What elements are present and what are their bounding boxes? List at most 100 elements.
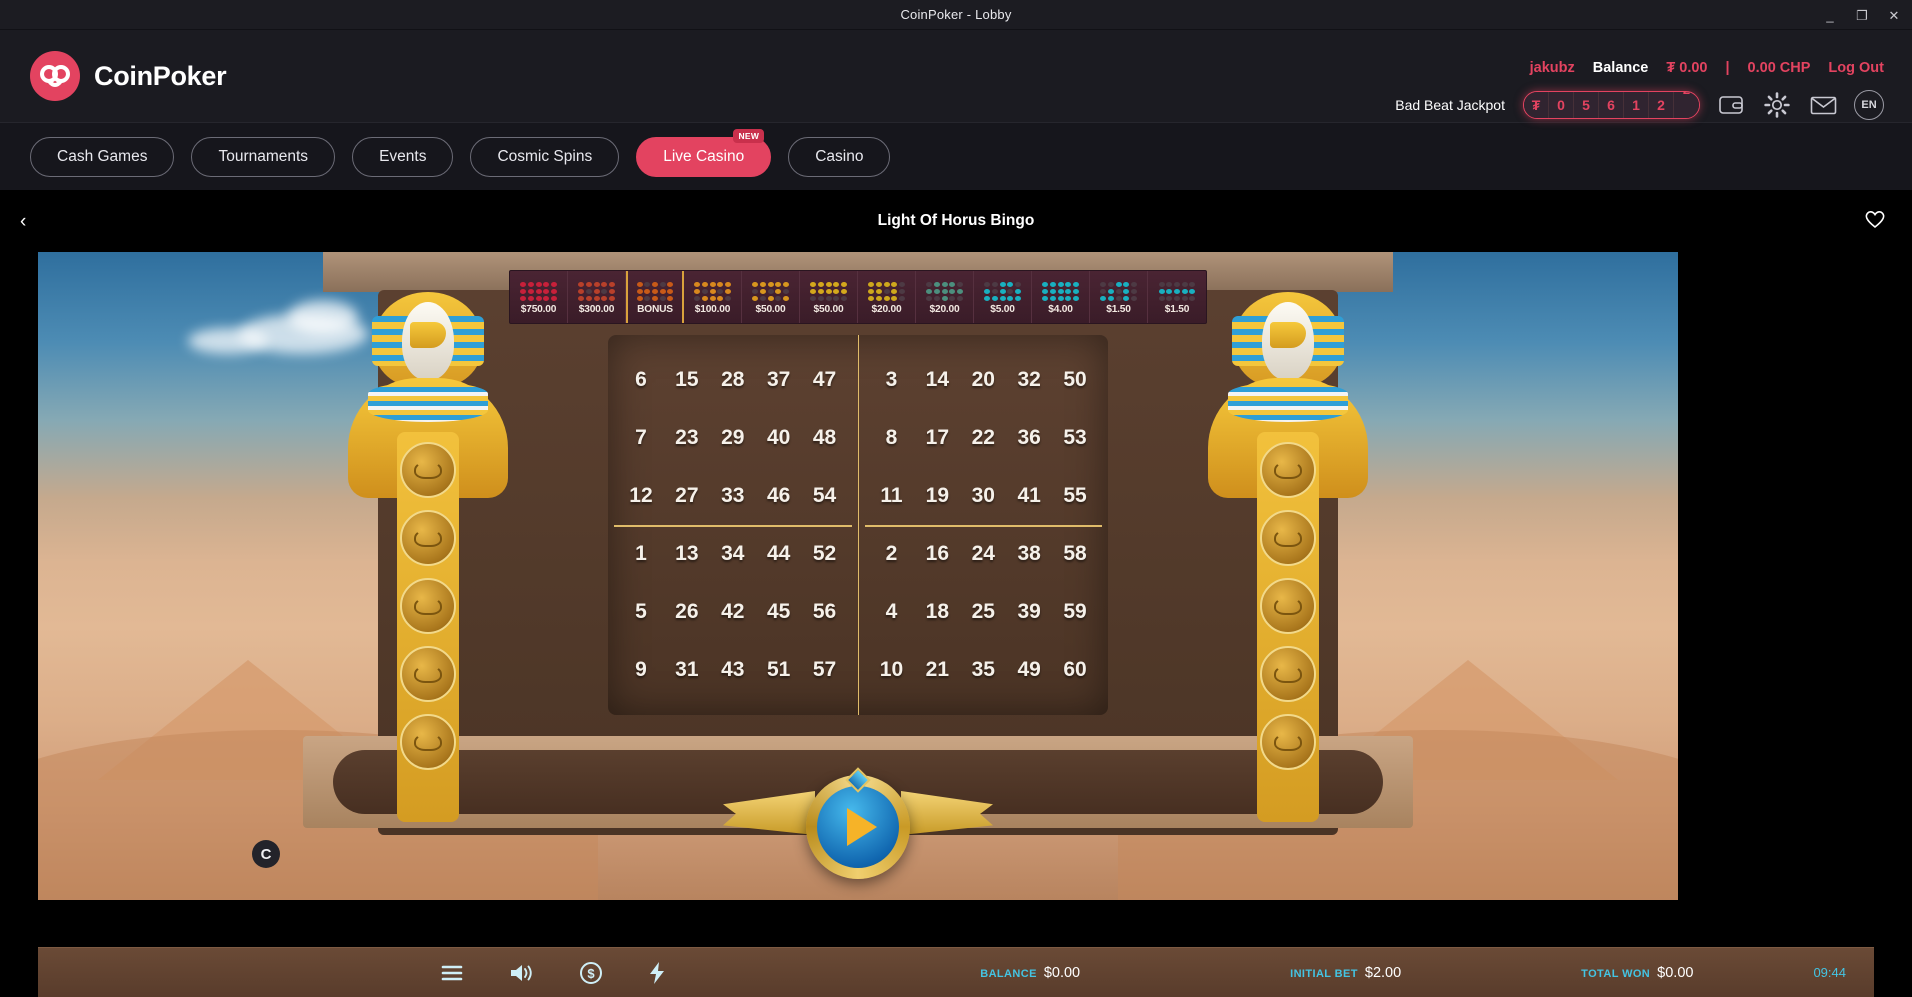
bingo-number: 11 <box>880 484 903 507</box>
bingo-number: 37 <box>766 368 791 391</box>
close-button[interactable]: ✕ <box>1886 9 1902 22</box>
bingo-number: 17 <box>925 426 950 449</box>
clock: 09:44 <box>1813 965 1846 980</box>
pattern-dot <box>1057 289 1064 294</box>
pattern-dot <box>535 289 542 294</box>
play-button[interactable] <box>806 767 910 879</box>
pattern-dot <box>1042 289 1049 294</box>
prize-amount: $5.00 <box>990 303 1015 315</box>
logout-button[interactable]: Log Out <box>1828 60 1884 76</box>
prize-amount: $750.00 <box>520 303 557 315</box>
bingo-grid-right: 3 14 20 32 50 8 17 22 36 53 11 19 30 41 55 2 16 24 38 58 4 18… <box>859 335 1109 715</box>
pattern-dot <box>1107 295 1114 301</box>
pattern-dot <box>1174 295 1180 301</box>
pattern-dot <box>833 282 840 288</box>
pattern-dot <box>701 282 708 288</box>
pattern-dot <box>1014 289 1021 294</box>
horus-statue-left <box>338 282 518 822</box>
pattern-dot <box>782 282 789 288</box>
pattern-dot <box>608 282 615 288</box>
pattern-dot <box>984 295 991 301</box>
bingo-number: 10 <box>879 658 904 681</box>
favorite-heart-icon[interactable] <box>1864 209 1886 234</box>
language-selector[interactable]: EN <box>1854 90 1884 120</box>
pattern-dot <box>891 295 898 301</box>
nav-tab-label: Live Casino <box>663 147 745 165</box>
pattern-dot <box>593 282 600 288</box>
back-button[interactable]: ‹ <box>20 212 26 231</box>
bingo-number: 50 <box>1063 368 1087 391</box>
bingo-number: 34 <box>721 542 745 565</box>
volume-icon[interactable] <box>508 962 534 984</box>
pattern-dot <box>1107 289 1114 294</box>
menu-icon[interactable] <box>441 964 463 982</box>
pattern-dot <box>709 289 716 294</box>
pattern-dot <box>1130 289 1137 294</box>
bingo-number: 54 <box>812 484 837 507</box>
gear-icon[interactable] <box>1762 90 1792 120</box>
pattern-dot <box>1014 295 1021 301</box>
pattern-dot <box>891 282 898 288</box>
pattern-dot <box>644 282 651 288</box>
prize-amount: $300.00 <box>578 303 615 315</box>
pattern-dot <box>550 289 557 294</box>
pattern-dot <box>1166 282 1173 288</box>
pattern-dot <box>1065 289 1072 294</box>
bingo-number: 3 <box>885 368 898 391</box>
pattern-dot <box>1174 282 1180 288</box>
wallet-icon[interactable] <box>1716 90 1746 120</box>
brand-logo[interactable]: CoinPoker <box>30 51 227 101</box>
pattern-dot <box>527 282 534 288</box>
prize-column: $300.00 <box>568 271 626 323</box>
pattern-dot <box>759 289 766 294</box>
bingo-number: 49 <box>1017 658 1041 681</box>
pattern-dot <box>724 295 731 301</box>
bingo-number: 20 <box>971 368 995 391</box>
balance-primary: ₮ 0.00 <box>1666 60 1708 76</box>
turbo-bolt-icon[interactable] <box>648 961 666 985</box>
balance-stat: BALANCE $0.00 <box>980 965 1080 981</box>
pattern-dot <box>593 295 600 301</box>
bingo-number: 41 <box>1017 484 1041 507</box>
pattern-dot <box>1158 295 1165 301</box>
bad-beat-jackpot-counter[interactable]: ₮ 0 5 6 1 2 <box>1523 91 1700 119</box>
coin-toggle-button[interactable]: C <box>252 840 280 868</box>
game-control-icons: $ <box>441 961 666 985</box>
nav-tab-tournaments[interactable]: Tournaments <box>191 136 336 177</box>
nav-tab-cash-games[interactable]: Cash Games <box>30 136 175 177</box>
pattern-dot <box>1049 282 1056 288</box>
pattern-dot <box>659 295 666 301</box>
pattern-dot <box>1174 289 1180 294</box>
pattern-dot <box>1123 289 1130 294</box>
nav-tab-events[interactable]: Events <box>352 136 454 177</box>
minimize-button[interactable]: _ <box>1822 9 1838 22</box>
pattern-dot <box>1123 282 1130 288</box>
pattern-dot <box>608 295 615 301</box>
pattern-dot <box>543 282 550 288</box>
nav-tab-live-casino[interactable]: Live Casino NEW <box>636 128 772 177</box>
username[interactable]: jakubz <box>1530 60 1575 76</box>
balance-label: Balance <box>1592 60 1649 76</box>
prize-pattern <box>520 282 557 301</box>
balance-separator: | <box>1725 60 1730 76</box>
pattern-dot <box>1130 295 1137 301</box>
pattern-dot <box>1107 282 1114 288</box>
eye-of-horus-coin <box>1260 510 1316 566</box>
pattern-dot <box>1065 295 1072 301</box>
coinpoker-logo-icon <box>30 51 80 101</box>
nav-tab-cosmic-spins[interactable]: Cosmic Spins <box>470 136 620 177</box>
mail-icon[interactable] <box>1808 90 1838 120</box>
pattern-dot <box>840 295 847 301</box>
pattern-dot <box>949 282 956 288</box>
pattern-dot <box>759 295 766 301</box>
bingo-card: 6 15 28 37 47 7 23 29 40 48 12 27 33 46 54 1 13 34 44 52 5 26… <box>608 335 1108 715</box>
pattern-dot <box>999 295 1006 301</box>
pattern-dot <box>543 289 550 294</box>
coin-dollar-icon[interactable]: $ <box>579 961 603 985</box>
maximize-button[interactable]: ❐ <box>1854 9 1870 22</box>
pattern-dot <box>578 282 585 288</box>
pattern-dot <box>875 282 882 288</box>
statue-collar <box>368 382 488 422</box>
nav-tab-casino[interactable]: Casino <box>788 136 891 177</box>
pattern-dot <box>601 289 608 294</box>
